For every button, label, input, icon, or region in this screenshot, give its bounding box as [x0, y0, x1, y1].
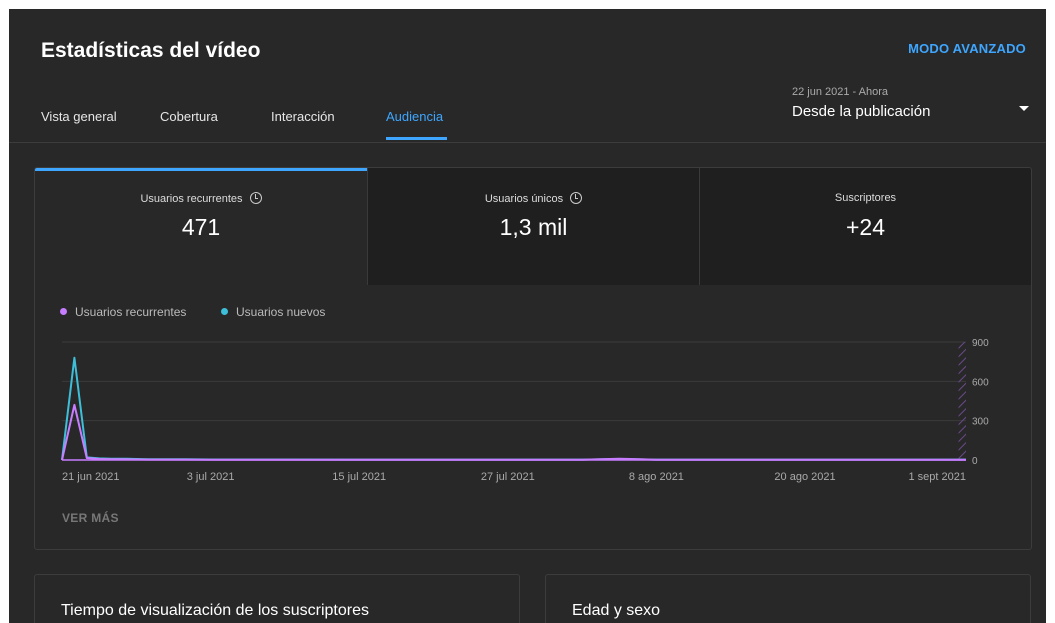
x-tick-label: 21 jun 2021 — [62, 471, 120, 483]
advanced-mode-link[interactable]: MODO AVANZADO — [908, 41, 1026, 56]
x-tick-label: 27 jul 2021 — [481, 471, 535, 483]
see-more-link[interactable]: VER MÁS — [62, 511, 119, 525]
y-tick-label: 300 — [972, 417, 989, 428]
age-gender-card: Edad y sexo — [545, 574, 1031, 623]
tab-audience[interactable]: Audiencia — [386, 109, 443, 124]
partial-period-area — [958, 342, 966, 460]
period-dropdown[interactable]: 22 jun 2021 - Ahora Desde la publicación — [792, 86, 1032, 126]
x-tick-label: 20 ago 2021 — [774, 471, 835, 483]
section-title: Edad y sexo — [572, 602, 661, 619]
x-tick-label: 1 sept 2021 — [909, 471, 967, 483]
section-title: Tiempo de visualización de los suscripto… — [61, 602, 369, 619]
header-divider — [9, 142, 1046, 143]
active-tab-indicator — [386, 137, 447, 140]
tab-reach[interactable]: Cobertura — [160, 109, 218, 124]
tab-overview[interactable]: Vista general — [41, 109, 117, 124]
x-tick-label: 8 ago 2021 — [629, 471, 684, 483]
page-title: Estadísticas del vídeo — [41, 39, 261, 62]
series-line-returning — [61, 403, 966, 461]
x-tick-label: 3 jul 2021 — [187, 471, 235, 483]
period-label: Desde la publicación — [792, 103, 931, 120]
x-tick-label: 15 jul 2021 — [332, 471, 386, 483]
series-line-new — [61, 356, 966, 461]
subscriber-watch-time-card: Tiempo de visualización de los suscripto… — [34, 574, 520, 623]
period-range: 22 jun 2021 - Ahora — [792, 86, 889, 98]
audience-card: Usuarios recurrentes 471 Usuarios únicos… — [34, 167, 1032, 550]
tab-engagement[interactable]: Interacción — [271, 109, 335, 124]
y-tick-label: 0 — [972, 456, 978, 467]
y-tick-label: 600 — [972, 377, 989, 388]
caret-down-icon — [1019, 106, 1029, 111]
viewers-line-chart: 0 300 600 900 21 jun 2021 3 jul 2021 15 jul 20… — [61, 338, 989, 483]
analytics-window: Estadísticas del vídeo MODO AVANZADO Vis… — [9, 9, 1046, 623]
y-tick-label: 900 — [972, 338, 989, 349]
